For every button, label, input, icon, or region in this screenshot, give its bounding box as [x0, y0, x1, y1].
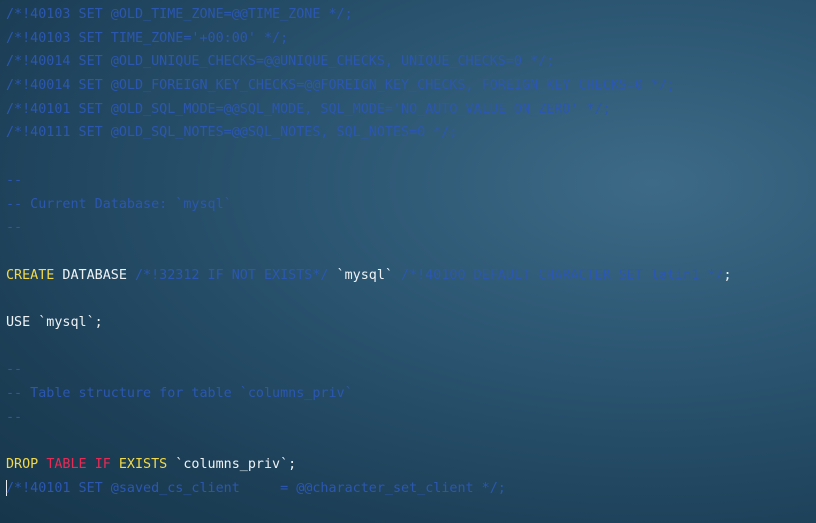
code-line[interactable]: /*!40101 SET @OLD_SQL_MODE=@@SQL_MODE, S…	[0, 98, 816, 122]
sql-comment: --	[6, 409, 23, 425]
sql-comment: --	[6, 220, 23, 236]
code-line[interactable]: /*!40014 SET @OLD_FOREIGN_KEY_CHECKS=@@F…	[0, 74, 816, 98]
blank-line[interactable]	[0, 240, 816, 264]
code-line[interactable]: /*!40103 SET @OLD_TIME_ZONE=@@TIME_ZONE …	[0, 3, 816, 27]
sql-comment: /*!40014 SET @OLD_UNIQUE_CHECKS=@@UNIQUE…	[6, 54, 555, 70]
sql-keyword: IF	[94, 457, 111, 473]
sql-keyword: CREATE	[6, 267, 55, 283]
sql-text: ;	[723, 267, 732, 283]
sql-comment: /*!40111 SET @OLD_SQL_NOTES=@@SQL_NOTES,…	[6, 125, 458, 141]
sql-comment: /*!40103 SET TIME_ZONE='+00:00' */;	[6, 30, 289, 46]
sql-comment: /*!40014 SET @OLD_FOREIGN_KEY_CHECKS=@@F…	[6, 78, 676, 94]
sql-comment: /*!40101 SET @OLD_SQL_MODE=@@SQL_MODE, S…	[6, 101, 611, 117]
sql-comment: /*!40103 SET @OLD_TIME_ZONE=@@TIME_ZONE …	[6, 7, 353, 22]
code-line[interactable]: -- Table structure for table `columns_pr…	[0, 382, 816, 406]
sql-identifier: `columns_priv`;	[167, 457, 297, 473]
code-line[interactable]: DROP TABLE IF EXISTS `columns_priv`;	[0, 453, 816, 477]
sql-keyword: DROP	[6, 457, 39, 473]
sql-keyword: TABLE	[46, 457, 87, 473]
sql-comment: /*!40100 DEFAULT CHARACTER SET latin1 */	[401, 267, 724, 283]
code-line[interactable]: USE `mysql`;	[0, 311, 816, 335]
code-line[interactable]: /*!40111 SET @OLD_SQL_NOTES=@@SQL_NOTES,…	[0, 121, 816, 145]
sql-comment: -- Current Database: `mysql`	[6, 196, 232, 212]
sql-comment: --	[6, 172, 23, 188]
sql-comment: --	[6, 362, 23, 378]
sql-comment: /*!40101 SET @saved_cs_client = @@charac…	[6, 480, 506, 496]
code-line[interactable]: --	[0, 406, 816, 430]
sql-text: DATABASE	[54, 267, 135, 283]
blank-line[interactable]	[0, 145, 816, 169]
sql-editor[interactable]: /*!40103 SET @OLD_TIME_ZONE=@@TIME_ZONE …	[0, 0, 816, 523]
code-line[interactable]: --	[0, 169, 816, 193]
code-line[interactable]: --	[0, 358, 816, 382]
blank-line[interactable]	[0, 287, 816, 311]
sql-identifier: `mysql`	[328, 267, 402, 283]
blank-line[interactable]	[0, 335, 816, 359]
code-line[interactable]: /*!40014 SET @OLD_UNIQUE_CHECKS=@@UNIQUE…	[0, 50, 816, 74]
sql-keyword: EXISTS	[118, 457, 168, 473]
code-line[interactable]: --	[0, 216, 816, 240]
blank-line[interactable]	[0, 429, 816, 453]
code-line[interactable]: CREATE DATABASE /*!32312 IF NOT EXISTS*/…	[0, 264, 816, 288]
sql-comment: -- Table structure for table `columns_pr…	[6, 386, 353, 401]
sql-comment: /*!32312 IF NOT EXISTS*/	[135, 267, 329, 283]
code-line[interactable]: -- Current Database: `mysql`	[0, 193, 816, 217]
sql-text: USE `mysql`;	[6, 314, 103, 330]
code-line[interactable]: /*!40103 SET TIME_ZONE='+00:00' */;	[0, 27, 816, 51]
code-line[interactable]: /*!40101 SET @saved_cs_client = @@charac…	[0, 477, 816, 501]
